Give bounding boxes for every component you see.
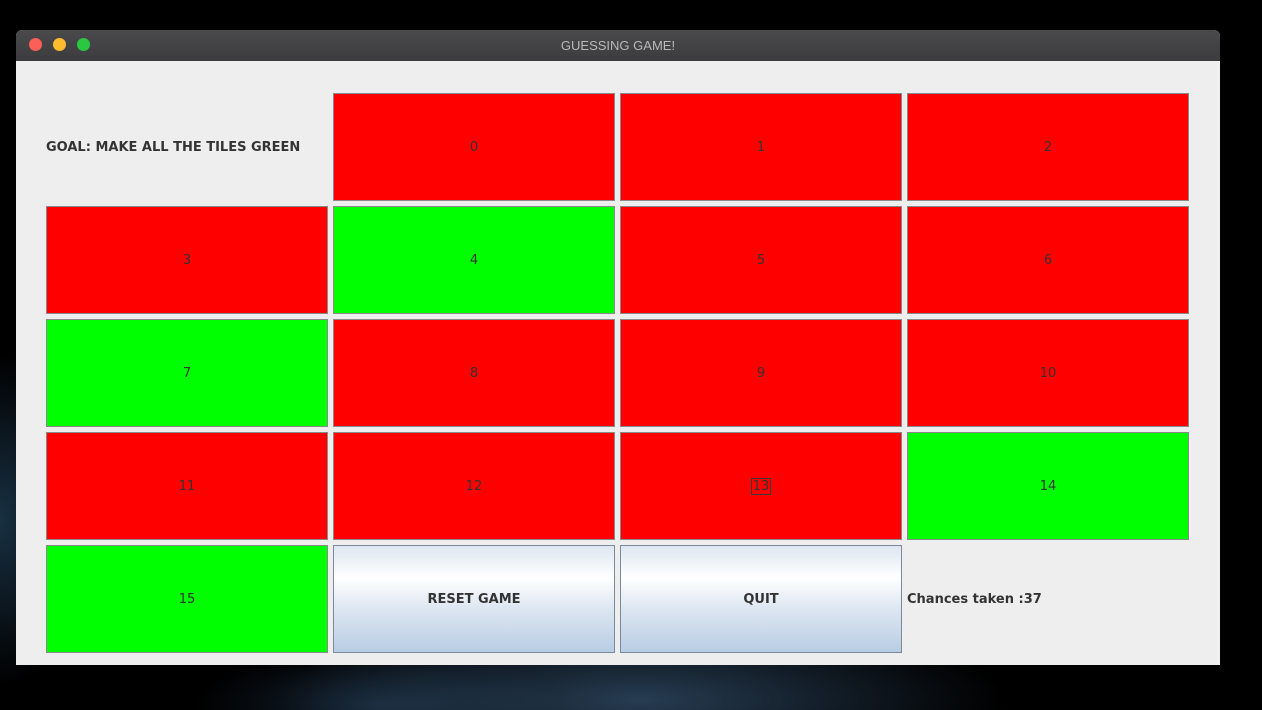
tile-label: 11 (178, 478, 196, 494)
tile-label: 2 (1043, 139, 1053, 155)
tile-4[interactable]: 4 (333, 206, 615, 314)
tile-5[interactable]: 5 (620, 206, 902, 314)
reset-game-button[interactable]: RESET GAME (333, 545, 615, 653)
tile-label-focused: 13 (750, 477, 772, 495)
tile-0[interactable]: 0 (333, 93, 615, 201)
tile-14[interactable]: 14 (907, 432, 1189, 540)
tile-label: 12 (465, 478, 483, 494)
game-board: GOAL: MAKE ALL THE TILES GREEN 0 1 2 3 4… (16, 61, 1220, 665)
tile-1[interactable]: 1 (620, 93, 902, 201)
game-window: GUESSING GAME! GOAL: MAKE ALL THE TILES … (16, 30, 1220, 665)
tile-label: 4 (469, 252, 479, 268)
tile-7[interactable]: 7 (46, 319, 328, 427)
tile-label: 1 (756, 139, 766, 155)
tile-label: 8 (469, 365, 479, 381)
window-title: GUESSING GAME! (560, 38, 676, 53)
quit-button[interactable]: QUIT (620, 545, 902, 653)
tile-9[interactable]: 9 (620, 319, 902, 427)
tile-label: 9 (756, 365, 766, 381)
tile-label: 7 (182, 365, 192, 381)
tile-label: 3 (182, 252, 192, 268)
tile-label: 15 (178, 591, 196, 607)
tile-label: 0 (469, 139, 479, 155)
tile-8[interactable]: 8 (333, 319, 615, 427)
tile-11[interactable]: 11 (46, 432, 328, 540)
tile-label: 10 (1039, 365, 1057, 381)
tile-15[interactable]: 15 (46, 545, 328, 653)
tile-6[interactable]: 6 (907, 206, 1189, 314)
tile-3[interactable]: 3 (46, 206, 328, 314)
goal-label: GOAL: MAKE ALL THE TILES GREEN (46, 139, 301, 155)
title-bar[interactable]: GUESSING GAME! (16, 30, 1220, 61)
chances-taken-label: Chances taken :37 (907, 591, 1042, 607)
tile-2[interactable]: 2 (907, 93, 1189, 201)
tile-label: 5 (756, 252, 766, 268)
tile-label: 14 (1039, 478, 1057, 494)
tile-label: 6 (1043, 252, 1053, 268)
tile-12[interactable]: 12 (333, 432, 615, 540)
tile-13[interactable]: 13 (620, 432, 902, 540)
tile-10[interactable]: 10 (907, 319, 1189, 427)
